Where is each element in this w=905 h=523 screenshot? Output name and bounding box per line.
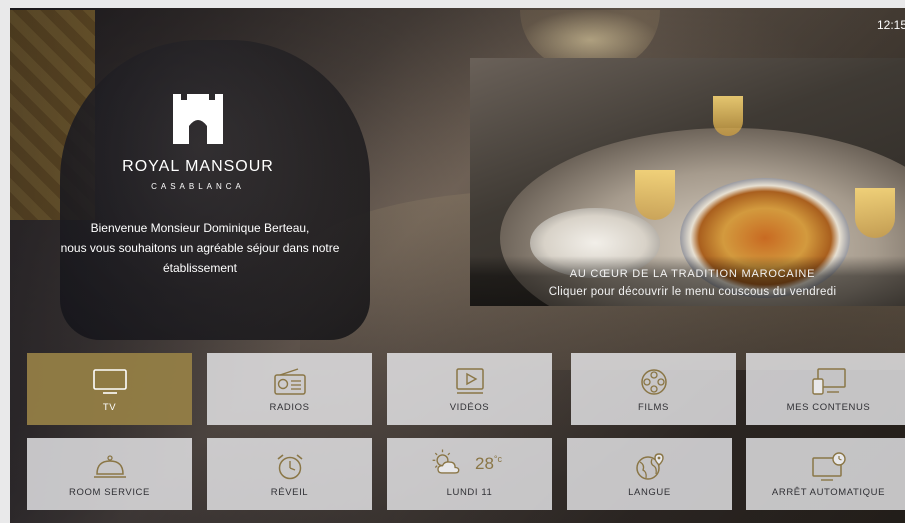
- tile-weather[interactable]: 28°c LUNDI 11: [387, 438, 552, 510]
- welcome-line-1: Bienvenue Monsieur Dominique Berteau,: [90, 221, 310, 235]
- tile-langue[interactable]: LANGUE: [567, 438, 732, 510]
- promo-image-glass: [713, 96, 743, 136]
- brand-name: ROYAL MANSOUR: [122, 158, 274, 175]
- hotel-logo: ROYAL MANSOUR CASABLANCA: [118, 92, 278, 191]
- alarm-clock-icon: [272, 452, 308, 482]
- clock: 12:15: [877, 18, 905, 32]
- tile-room-service[interactable]: ROOM SERVICE: [27, 438, 192, 510]
- tile-label: RADIOS: [269, 402, 310, 413]
- brand-city: CASABLANCA: [151, 182, 245, 191]
- tile-arret-automatique[interactable]: ARRÊT AUTOMATIQUE: [746, 438, 905, 510]
- weather-temperature: 28°c: [475, 454, 502, 474]
- tile-tv[interactable]: TV: [27, 353, 192, 425]
- promo-title: AU CŒUR DE LA TRADITION MAROCAINE: [569, 268, 816, 280]
- tile-reveil[interactable]: RÉVEIL: [207, 438, 372, 510]
- tile-label: LANGUE: [628, 487, 671, 498]
- tile-label: LUNDI 11: [446, 487, 493, 498]
- weather-partly-sunny-icon: [427, 448, 467, 480]
- tile-label: ROOM SERVICE: [69, 487, 150, 498]
- temperature-value: 28: [475, 454, 494, 473]
- promo-banner-couscous[interactable]: AU CŒUR DE LA TRADITION MAROCAINE Clique…: [470, 58, 905, 306]
- tile-films[interactable]: FILMS: [571, 353, 736, 425]
- promo-image-glass: [635, 170, 675, 220]
- welcome-line-3: établissement: [162, 261, 238, 275]
- radio-icon: [272, 367, 308, 397]
- screen-timer-icon: [811, 452, 847, 482]
- tile-label: FILMS: [638, 402, 669, 413]
- welcome-line-2: nous vous souhaitons un agréable séjour …: [60, 241, 340, 255]
- tile-videos[interactable]: VIDÉOS: [387, 353, 552, 425]
- tile-label: TV: [102, 402, 117, 413]
- tile-label: ARRÊT AUTOMATIQUE: [771, 487, 886, 498]
- tile-label: VIDÉOS: [449, 402, 490, 413]
- tv-icon: [92, 367, 128, 397]
- globe-location-icon: [632, 452, 668, 482]
- tile-label: MES CONTENUS: [786, 402, 871, 413]
- temperature-unit: °c: [493, 454, 503, 464]
- promo-image-glass: [855, 188, 895, 238]
- tile-radios[interactable]: RADIOS: [207, 353, 372, 425]
- promo-subtitle: Cliquer pour découvrir le menu couscous …: [548, 286, 837, 298]
- tile-mes-contenus[interactable]: MES CONTENUS: [746, 353, 905, 425]
- video-play-icon: [452, 367, 488, 397]
- room-service-bell-icon: [92, 452, 128, 482]
- welcome-message: Bienvenue Monsieur Dominique Berteau, no…: [40, 218, 360, 278]
- devices-icon: [811, 367, 847, 397]
- tile-label: RÉVEIL: [270, 487, 309, 498]
- film-reel-icon: [636, 367, 672, 397]
- royal-mansour-logo-icon: [171, 92, 225, 146]
- promo-caption-backdrop: [470, 256, 905, 306]
